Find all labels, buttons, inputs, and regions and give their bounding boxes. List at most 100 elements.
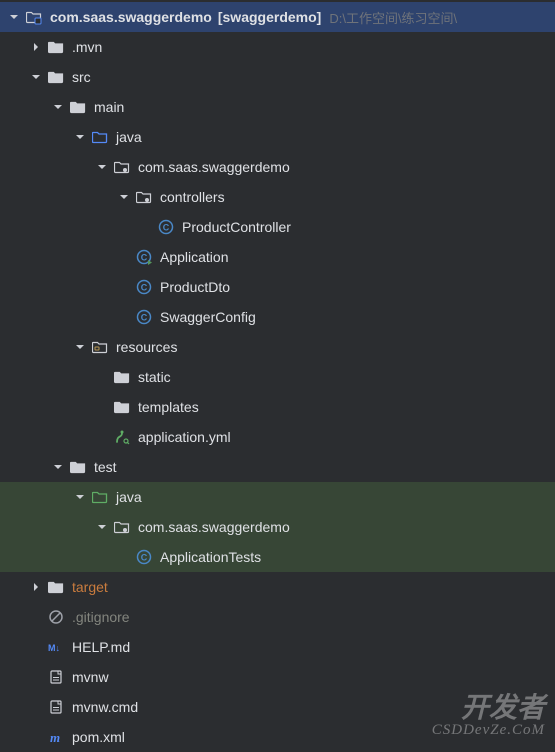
tree-row[interactable]: C ProductDto [0, 272, 555, 302]
arrow-placeholder [28, 639, 44, 655]
tree-row[interactable]: src [0, 62, 555, 92]
tree-row[interactable]: mpom.xml [0, 722, 555, 752]
tree-row[interactable]: mvnw [0, 662, 555, 692]
tree-row[interactable]: application.yml [0, 422, 555, 452]
java-class-icon: C [134, 307, 154, 327]
file-icon [46, 667, 66, 687]
tree-row[interactable]: mvnw.cmd [0, 692, 555, 722]
arrow-placeholder [94, 369, 110, 385]
arrow-placeholder [116, 309, 132, 325]
folder-icon [46, 67, 66, 87]
chevron-down-icon[interactable] [94, 519, 110, 535]
chevron-down-icon[interactable] [116, 189, 132, 205]
tree-item-label: java [116, 129, 142, 145]
svg-text:C: C [163, 223, 170, 233]
tree-item-label: com.saas.swaggerdemo [138, 519, 290, 535]
tree-item-label: target [72, 579, 108, 595]
yaml-file-icon [112, 427, 132, 447]
tree-item-label: mvnw [72, 669, 109, 685]
folder-icon [68, 97, 88, 117]
tree-row[interactable]: com.saas.swaggerdemo [0, 512, 555, 542]
project-tree[interactable]: com.saas.swaggerdemo [swaggerdemo] D:\工作空间… [0, 0, 555, 752]
tree-item-label: resources [116, 339, 177, 355]
tree-item-label: main [94, 99, 124, 115]
arrow-placeholder [116, 549, 132, 565]
arrow-placeholder [94, 399, 110, 415]
tree-row[interactable]: target [0, 572, 555, 602]
tree-item-label: ProductController [182, 219, 291, 235]
tree-item-label: pom.xml [72, 729, 125, 745]
tree-item-label: mvnw.cmd [72, 699, 138, 715]
tree-item-label: com.saas.swaggerdemo [138, 159, 290, 175]
chevron-right-icon[interactable] [28, 579, 44, 595]
package-icon [112, 517, 132, 537]
tree-row[interactable]: controllers [0, 182, 555, 212]
markdown-file-icon: M↓ [46, 637, 66, 657]
chevron-right-icon[interactable] [28, 39, 44, 55]
tree-item-label: SwaggerConfig [160, 309, 256, 325]
chevron-down-icon[interactable] [72, 129, 88, 145]
tree-row[interactable]: java [0, 122, 555, 152]
chevron-down-icon[interactable] [50, 99, 66, 115]
chevron-down-icon[interactable] [50, 459, 66, 475]
tree-item-label: application.yml [138, 429, 231, 445]
tree-row[interactable]: M↓ HELP.md [0, 632, 555, 662]
file-icon [46, 697, 66, 717]
arrow-placeholder [138, 219, 154, 235]
folder-icon [46, 577, 66, 597]
root-path: D:\工作空间\练习空间\ [329, 8, 457, 27]
svg-text:C: C [141, 283, 148, 293]
java-class-icon: C [134, 277, 154, 297]
svg-text:C: C [141, 313, 148, 323]
tree-row[interactable]: static [0, 362, 555, 392]
folder-icon [68, 457, 88, 477]
gitignore-icon [46, 607, 66, 627]
arrow-placeholder [28, 669, 44, 685]
tree-row[interactable]: C SwaggerConfig [0, 302, 555, 332]
java-class-runnable-icon: C [134, 247, 154, 267]
folder-icon [46, 37, 66, 57]
tree-item-label: src [72, 69, 91, 85]
tree-row[interactable]: com.saas.swaggerdemo [swaggerdemo] D:\工作空间… [0, 2, 555, 32]
tree-row[interactable]: .mvn [0, 32, 555, 62]
tree-item-label: .mvn [72, 39, 102, 55]
chevron-down-icon[interactable] [72, 339, 88, 355]
java-class-icon: C [134, 547, 154, 567]
test-folder-icon [90, 487, 110, 507]
svg-text:C: C [141, 553, 148, 563]
tree-row[interactable]: main [0, 92, 555, 122]
chevron-down-icon[interactable] [72, 489, 88, 505]
folder-icon [112, 367, 132, 387]
tree-item-label: static [138, 369, 171, 385]
tree-row[interactable]: templates [0, 392, 555, 422]
tree-item-label: com.saas.swaggerdemo [50, 9, 212, 25]
chevron-down-icon[interactable] [6, 9, 22, 25]
tree-row[interactable]: resources [0, 332, 555, 362]
package-icon [134, 187, 154, 207]
tree-item-suffix: [swaggerdemo] [218, 9, 321, 25]
arrow-placeholder [94, 429, 110, 445]
tree-row[interactable]: C ApplicationTests [0, 542, 555, 572]
arrow-placeholder [28, 729, 44, 745]
tree-item-label: ProductDto [160, 279, 230, 295]
package-icon [112, 157, 132, 177]
java-class-icon: C [156, 217, 176, 237]
tree-row[interactable]: java [0, 482, 555, 512]
svg-text:C: C [141, 253, 148, 263]
arrow-placeholder [116, 279, 132, 295]
svg-text:M↓: M↓ [48, 643, 60, 653]
tree-row[interactable]: com.saas.swaggerdemo [0, 152, 555, 182]
tree-row[interactable]: .gitignore [0, 602, 555, 632]
tree-item-label: test [94, 459, 117, 475]
tree-row[interactable]: test [0, 452, 555, 482]
resources-folder-icon [90, 337, 110, 357]
tree-row[interactable]: C ProductController [0, 212, 555, 242]
tree-item-label: ApplicationTests [160, 549, 261, 565]
arrow-placeholder [116, 249, 132, 265]
arrow-placeholder [28, 699, 44, 715]
tree-item-label: HELP.md [72, 639, 130, 655]
chevron-down-icon[interactable] [28, 69, 44, 85]
tree-row[interactable]: CApplication [0, 242, 555, 272]
arrow-placeholder [28, 609, 44, 625]
chevron-down-icon[interactable] [94, 159, 110, 175]
